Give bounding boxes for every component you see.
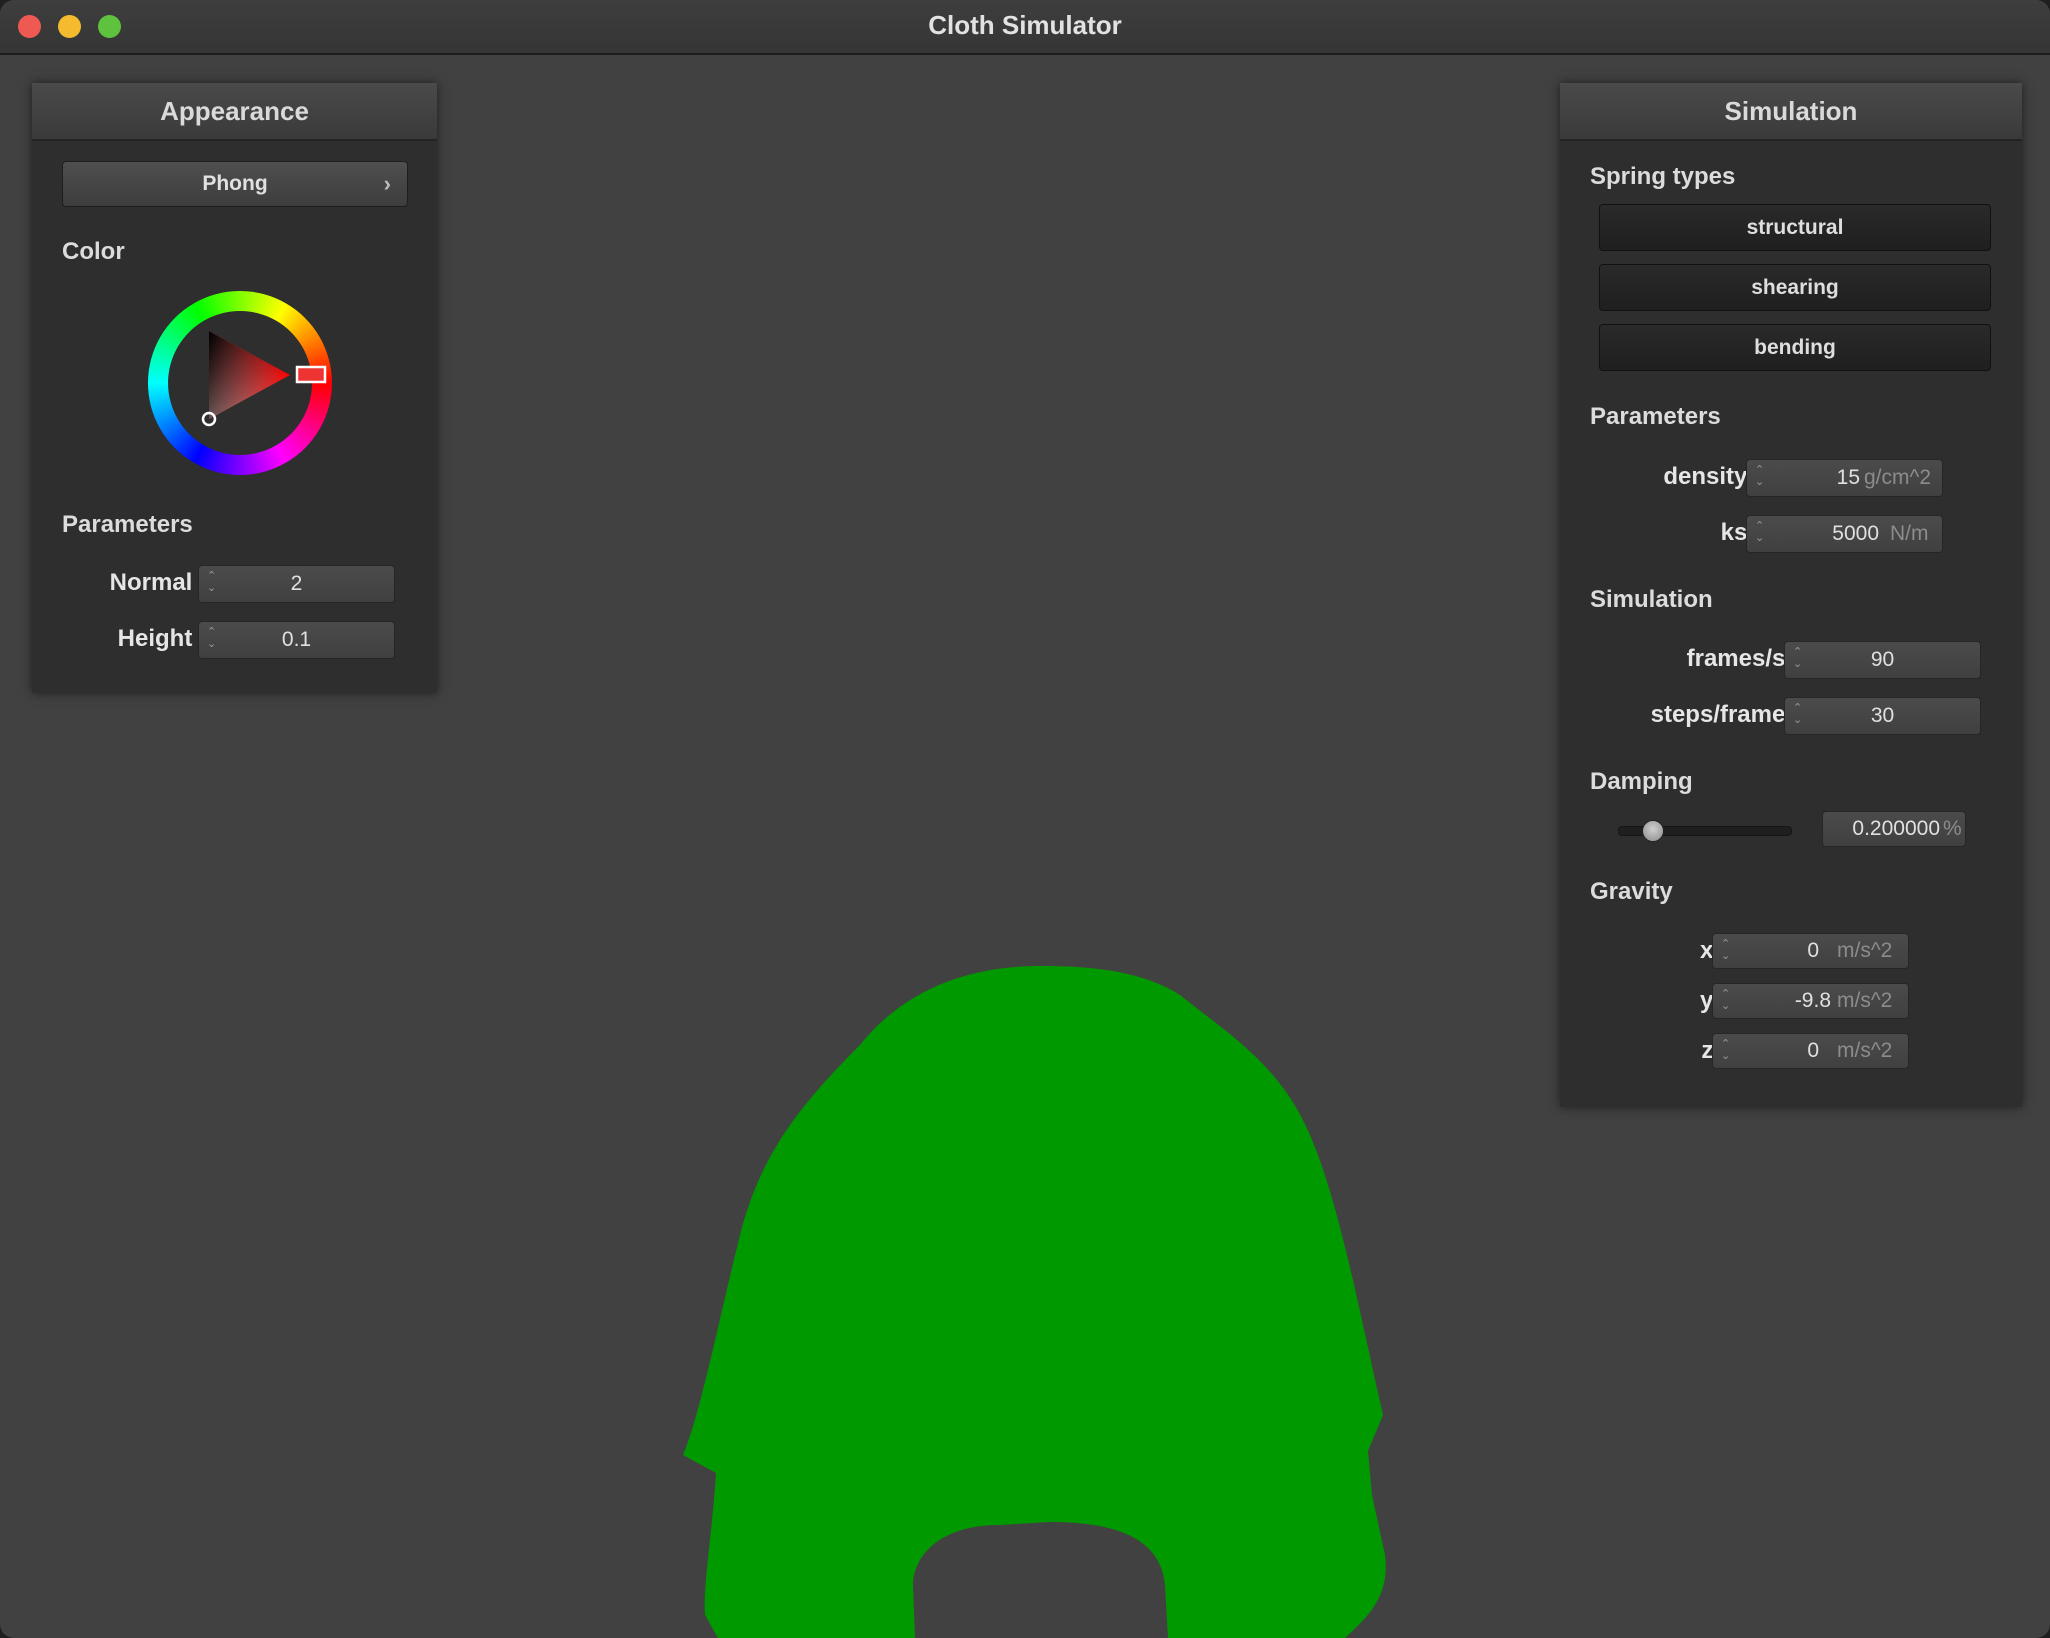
stepper-arrows-icon[interactable]: ⌃ ⌄	[1721, 938, 1733, 962]
density-value: 15	[1836, 466, 1860, 489]
appearance-panel: Appearance Phong › Color Parameters Norm…	[32, 83, 437, 693]
simulation-section-label: Simulation	[1590, 586, 1713, 613]
damping-unit: %	[1943, 817, 1962, 840]
normal-value: 2	[290, 572, 303, 595]
steps-per-frame-spinbox[interactable]: ⌃ ⌄ 30	[1784, 697, 1981, 735]
color-wheel[interactable]	[140, 283, 340, 483]
stepper-arrows-icon[interactable]: ⌃ ⌄	[1721, 988, 1733, 1012]
gravity-x-unit: m/s^2	[1837, 939, 1893, 962]
density-unit: g/cm^2	[1864, 466, 1932, 489]
gravity-z-spinbox[interactable]: ⌃ ⌄ 0 m/s^2	[1712, 1033, 1909, 1069]
gravity-z-value: 0	[1807, 1039, 1819, 1062]
simulation-parameters-label: Parameters	[1590, 403, 1721, 430]
damping-label: Damping	[1590, 768, 1693, 795]
ks-unit: N/m	[1890, 522, 1929, 545]
height-label: Height :	[117, 625, 207, 652]
color-section-label: Color	[62, 238, 125, 265]
stepper-arrows-icon[interactable]: ⌃ ⌄	[1755, 520, 1767, 544]
frames-per-second-spinbox[interactable]: ⌃ ⌄ 90	[1784, 641, 1981, 679]
gravity-x-label: x :	[1699, 937, 1728, 964]
steps-per-frame-value: 30	[1870, 704, 1895, 727]
cloth-shape	[683, 966, 1386, 1638]
appearance-parameters-label: Parameters	[62, 511, 193, 538]
hue-ring-marker[interactable]	[295, 365, 327, 384]
height-spinbox[interactable]: ⌃ ⌄ 0.1	[198, 621, 395, 659]
structural-spring-toggle[interactable]: structural	[1599, 204, 1991, 251]
spring-types-label: Spring types	[1590, 163, 1736, 190]
gravity-z-label: z :	[1701, 1037, 1728, 1064]
damping-slider-knob[interactable]	[1642, 820, 1665, 842]
damping-value-box[interactable]: 0.200000 %	[1822, 811, 1966, 847]
simulation-panel-header[interactable]: Simulation	[1560, 83, 2022, 141]
density-label: density :	[1663, 463, 1762, 490]
normal-label: Normal :	[109, 569, 207, 596]
ks-value: 5000	[1832, 522, 1879, 545]
steps-per-frame-label: steps/frame :	[1650, 701, 1800, 728]
density-spinbox[interactable]: ⌃ ⌄ 15 g/cm^2	[1746, 459, 1943, 497]
appearance-panel-header[interactable]: Appearance	[32, 83, 437, 141]
gravity-x-value: 0	[1807, 939, 1819, 962]
gravity-y-label: y :	[1699, 987, 1728, 1014]
normal-spinbox[interactable]: ⌃ ⌄ 2	[198, 565, 395, 603]
height-value: 0.1	[281, 628, 312, 651]
frames-per-second-value: 90	[1870, 648, 1895, 671]
gravity-y-unit: m/s^2	[1837, 989, 1893, 1012]
stepper-arrows-icon[interactable]: ⌃ ⌄	[1721, 1038, 1733, 1062]
gravity-y-value: -9.8	[1794, 989, 1831, 1012]
gravity-label: Gravity	[1590, 878, 1673, 905]
gravity-z-unit: m/s^2	[1837, 1039, 1893, 1062]
stepper-arrows-icon[interactable]: ⌃ ⌄	[1755, 464, 1767, 488]
bending-spring-toggle[interactable]: bending	[1599, 324, 1991, 371]
shader-dropdown-value: Phong	[202, 172, 268, 195]
gravity-y-spinbox[interactable]: ⌃ ⌄ -9.8 m/s^2	[1712, 983, 1909, 1019]
damping-value: 0.200000	[1852, 817, 1940, 840]
app-window: Cloth Simulator Appearance Phong › Color	[0, 0, 2050, 1638]
shader-dropdown[interactable]: Phong ›	[62, 161, 408, 207]
ks-spinbox[interactable]: ⌃ ⌄ 5000 N/m	[1746, 515, 1943, 553]
gravity-x-spinbox[interactable]: ⌃ ⌄ 0 m/s^2	[1712, 933, 1909, 969]
shearing-spring-toggle[interactable]: shearing	[1599, 264, 1991, 311]
ks-label: ks :	[1720, 519, 1762, 546]
frames-per-second-label: frames/s :	[1686, 645, 1800, 672]
simulation-panel: Simulation Spring types structural shear…	[1560, 83, 2022, 1107]
chevron-right-icon: ›	[383, 171, 391, 196]
title-bar: Cloth Simulator	[0, 0, 2050, 55]
window-title: Cloth Simulator	[928, 10, 1122, 40]
